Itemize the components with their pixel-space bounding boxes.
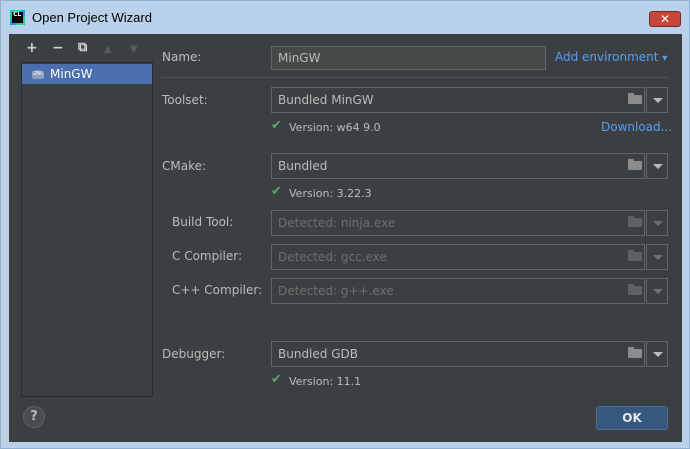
chevron-down-icon	[653, 255, 663, 260]
folder-icon[interactable]	[626, 283, 644, 297]
list-item-label: MinGW	[50, 67, 93, 81]
c-compiler-label: C Compiler:	[172, 249, 243, 263]
debugger-version: Version: 11.1	[289, 375, 362, 388]
folder-icon[interactable]	[626, 215, 644, 229]
clion-app-icon: CL	[10, 10, 25, 25]
chevron-down-icon	[653, 98, 663, 103]
cmake-dropdown-button[interactable]	[646, 153, 668, 179]
window-title: Open Project Wizard	[32, 10, 152, 25]
c-compiler-combo[interactable]: Detected: gcc.exe	[271, 244, 645, 270]
check-icon: ✔	[271, 118, 282, 133]
dialog-body: + − ⧉ ▲ ▼ GNU MinGW Name: MinGW Add envi…	[9, 34, 682, 442]
debugger-label: Debugger:	[162, 347, 226, 361]
move-up-icon[interactable]: ▲	[104, 44, 112, 55]
build-tool-label: Build Tool:	[172, 215, 234, 229]
cmake-version: Version: 3.22.3	[289, 187, 372, 200]
open-project-wizard-window: CL Open Project Wizard ✕ + − ⧉ ▲ ▼ GNU M…	[0, 0, 690, 449]
help-button[interactable]: ?	[23, 406, 45, 428]
copy-icon[interactable]: ⧉	[78, 40, 87, 55]
c-compiler-dropdown-button[interactable]	[646, 244, 668, 270]
chevron-down-icon: ▾	[662, 53, 668, 64]
ok-button[interactable]: OK	[596, 406, 668, 430]
name-label: Name:	[162, 50, 202, 64]
remove-icon[interactable]: −	[52, 40, 64, 56]
debugger-combo[interactable]: Bundled GDB	[271, 341, 645, 367]
toolset-combo[interactable]: Bundled MinGW	[271, 87, 645, 113]
folder-icon[interactable]	[626, 158, 644, 172]
debugger-dropdown-button[interactable]	[646, 341, 668, 367]
build-tool-dropdown-button[interactable]	[646, 210, 668, 236]
toolset-dropdown-button[interactable]	[646, 87, 668, 113]
title-bar: CL Open Project Wizard ✕	[1, 1, 689, 34]
chevron-down-icon	[653, 221, 663, 226]
folder-icon[interactable]	[626, 92, 644, 106]
add-icon[interactable]: +	[26, 40, 38, 56]
close-button[interactable]: ✕	[649, 11, 681, 27]
chevron-down-icon	[653, 164, 663, 169]
check-icon: ✔	[271, 184, 282, 199]
chevron-down-icon	[653, 289, 663, 294]
cpp-compiler-combo[interactable]: Detected: g++.exe	[271, 278, 645, 304]
cmake-combo[interactable]: Bundled	[271, 153, 645, 179]
toolset-label: Toolset:	[162, 93, 208, 107]
cpp-compiler-dropdown-button[interactable]	[646, 278, 668, 304]
toolset-version: Version: w64 9.0	[289, 121, 381, 134]
list-item-mingw[interactable]: GNU MinGW	[22, 64, 152, 84]
download-link[interactable]: Download...	[601, 120, 672, 134]
folder-icon[interactable]	[626, 249, 644, 263]
chevron-down-icon	[653, 352, 663, 357]
gnu-icon: GNU	[32, 70, 44, 79]
name-input[interactable]: MinGW	[271, 46, 546, 70]
separator	[161, 77, 668, 78]
move-down-icon[interactable]: ▼	[130, 44, 138, 55]
folder-icon[interactable]	[626, 346, 644, 360]
build-tool-combo[interactable]: Detected: ninja.exe	[271, 210, 645, 236]
toolchain-list: GNU MinGW	[21, 62, 153, 397]
cpp-compiler-label: C++ Compiler:	[172, 283, 263, 297]
cmake-label: CMake:	[162, 159, 207, 173]
add-environment-link[interactable]: Add environment ▾	[555, 50, 667, 64]
check-icon: ✔	[271, 372, 282, 387]
